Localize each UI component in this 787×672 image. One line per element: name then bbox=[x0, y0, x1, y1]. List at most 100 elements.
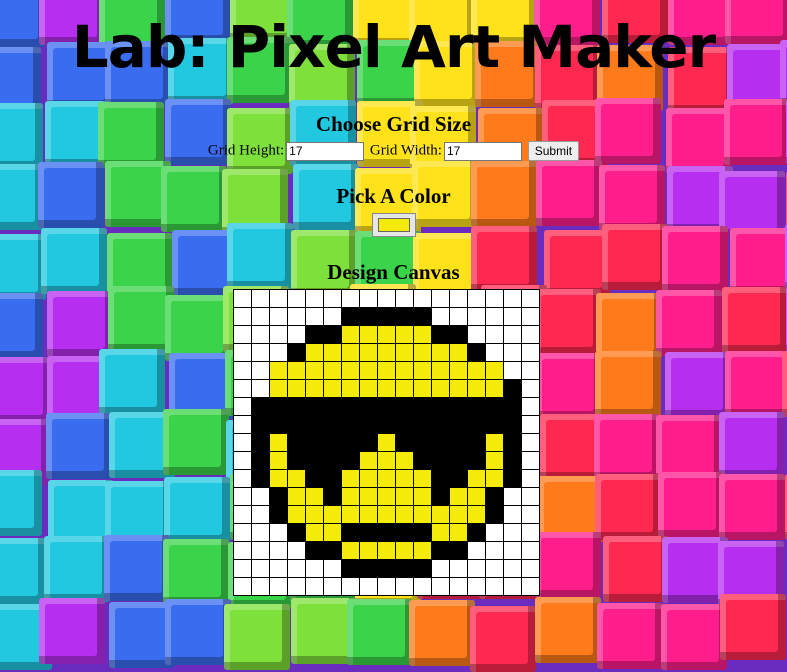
pixel-cell[interactable] bbox=[413, 397, 432, 416]
pixel-cell[interactable] bbox=[233, 361, 252, 380]
pixel-cell[interactable] bbox=[359, 451, 378, 470]
pixel-cell[interactable] bbox=[323, 433, 342, 452]
pixel-cell[interactable] bbox=[251, 397, 270, 416]
pixel-cell[interactable] bbox=[467, 451, 486, 470]
pixel-cell[interactable] bbox=[413, 487, 432, 506]
pixel-cell[interactable] bbox=[521, 307, 540, 326]
pixel-cell[interactable] bbox=[287, 505, 306, 524]
pixel-cell[interactable] bbox=[503, 541, 522, 560]
pixel-cell[interactable] bbox=[251, 361, 270, 380]
pixel-cell[interactable] bbox=[395, 343, 414, 362]
pixel-cell[interactable] bbox=[251, 451, 270, 470]
pixel-cell[interactable] bbox=[269, 289, 288, 308]
pixel-cell[interactable] bbox=[359, 361, 378, 380]
pixel-cell[interactable] bbox=[377, 361, 396, 380]
pixel-cell[interactable] bbox=[431, 325, 450, 344]
pixel-cell[interactable] bbox=[233, 433, 252, 452]
pixel-cell[interactable] bbox=[521, 415, 540, 434]
pixel-cell[interactable] bbox=[395, 325, 414, 344]
pixel-cell[interactable] bbox=[485, 343, 504, 362]
pixel-cell[interactable] bbox=[449, 415, 468, 434]
pixel-cell[interactable] bbox=[377, 289, 396, 308]
pixel-cell[interactable] bbox=[431, 487, 450, 506]
pixel-cell[interactable] bbox=[359, 433, 378, 452]
pixel-cell[interactable] bbox=[341, 523, 360, 542]
pixel-cell[interactable] bbox=[431, 469, 450, 488]
pixel-cell[interactable] bbox=[503, 505, 522, 524]
pixel-cell[interactable] bbox=[503, 379, 522, 398]
pixel-cell[interactable] bbox=[305, 379, 324, 398]
pixel-cell[interactable] bbox=[287, 469, 306, 488]
pixel-cell[interactable] bbox=[233, 451, 252, 470]
pixel-cell[interactable] bbox=[485, 523, 504, 542]
pixel-cell[interactable] bbox=[251, 415, 270, 434]
pixel-cell[interactable] bbox=[305, 469, 324, 488]
pixel-cell[interactable] bbox=[413, 433, 432, 452]
pixel-cell[interactable] bbox=[449, 469, 468, 488]
pixel-cell[interactable] bbox=[413, 415, 432, 434]
pixel-cell[interactable] bbox=[251, 559, 270, 578]
pixel-cell[interactable] bbox=[269, 433, 288, 452]
pixel-cell[interactable] bbox=[323, 469, 342, 488]
pixel-cell[interactable] bbox=[503, 325, 522, 344]
pixel-cell[interactable] bbox=[431, 379, 450, 398]
pixel-cell[interactable] bbox=[251, 505, 270, 524]
pixel-cell[interactable] bbox=[269, 505, 288, 524]
pixel-cell[interactable] bbox=[323, 325, 342, 344]
pixel-cell[interactable] bbox=[377, 433, 396, 452]
pixel-cell[interactable] bbox=[251, 523, 270, 542]
pixel-cell[interactable] bbox=[503, 397, 522, 416]
pixel-cell[interactable] bbox=[305, 451, 324, 470]
pixel-cell[interactable] bbox=[449, 577, 468, 596]
pixel-cell[interactable] bbox=[377, 343, 396, 362]
pixel-cell[interactable] bbox=[377, 469, 396, 488]
pixel-cell[interactable] bbox=[323, 541, 342, 560]
pixel-cell[interactable] bbox=[287, 487, 306, 506]
pixel-cell[interactable] bbox=[233, 325, 252, 344]
pixel-cell[interactable] bbox=[287, 541, 306, 560]
pixel-cell[interactable] bbox=[503, 487, 522, 506]
pixel-cell[interactable] bbox=[449, 361, 468, 380]
pixel-cell[interactable] bbox=[323, 379, 342, 398]
pixel-cell[interactable] bbox=[467, 559, 486, 578]
pixel-cell[interactable] bbox=[305, 289, 324, 308]
pixel-cell[interactable] bbox=[341, 505, 360, 524]
pixel-cell[interactable] bbox=[287, 361, 306, 380]
pixel-cell[interactable] bbox=[287, 523, 306, 542]
pixel-cell[interactable] bbox=[395, 379, 414, 398]
pixel-cell[interactable] bbox=[287, 433, 306, 452]
pixel-cell[interactable] bbox=[305, 505, 324, 524]
pixel-cell[interactable] bbox=[449, 541, 468, 560]
pixel-canvas[interactable] bbox=[233, 289, 540, 596]
pixel-cell[interactable] bbox=[251, 577, 270, 596]
pixel-cell[interactable] bbox=[413, 325, 432, 344]
pixel-cell[interactable] bbox=[269, 379, 288, 398]
pixel-cell[interactable] bbox=[503, 415, 522, 434]
pixel-cell[interactable] bbox=[323, 397, 342, 416]
pixel-cell[interactable] bbox=[359, 325, 378, 344]
pixel-cell[interactable] bbox=[449, 343, 468, 362]
pixel-cell[interactable] bbox=[359, 505, 378, 524]
pixel-cell[interactable] bbox=[395, 307, 414, 326]
pixel-cell[interactable] bbox=[485, 397, 504, 416]
pixel-cell[interactable] bbox=[503, 559, 522, 578]
pixel-cell[interactable] bbox=[323, 361, 342, 380]
pixel-cell[interactable] bbox=[359, 469, 378, 488]
pixel-cell[interactable] bbox=[467, 289, 486, 308]
pixel-cell[interactable] bbox=[503, 289, 522, 308]
pixel-cell[interactable] bbox=[485, 559, 504, 578]
pixel-cell[interactable] bbox=[413, 307, 432, 326]
pixel-cell[interactable] bbox=[395, 469, 414, 488]
pixel-cell[interactable] bbox=[377, 505, 396, 524]
pixel-cell[interactable] bbox=[323, 523, 342, 542]
pixel-cell[interactable] bbox=[359, 559, 378, 578]
pixel-cell[interactable] bbox=[449, 379, 468, 398]
pixel-cell[interactable] bbox=[521, 505, 540, 524]
pixel-cell[interactable] bbox=[485, 307, 504, 326]
pixel-cell[interactable] bbox=[341, 325, 360, 344]
pixel-cell[interactable] bbox=[269, 343, 288, 362]
pixel-cell[interactable] bbox=[377, 307, 396, 326]
pixel-cell[interactable] bbox=[521, 559, 540, 578]
pixel-cell[interactable] bbox=[521, 487, 540, 506]
pixel-cell[interactable] bbox=[521, 577, 540, 596]
